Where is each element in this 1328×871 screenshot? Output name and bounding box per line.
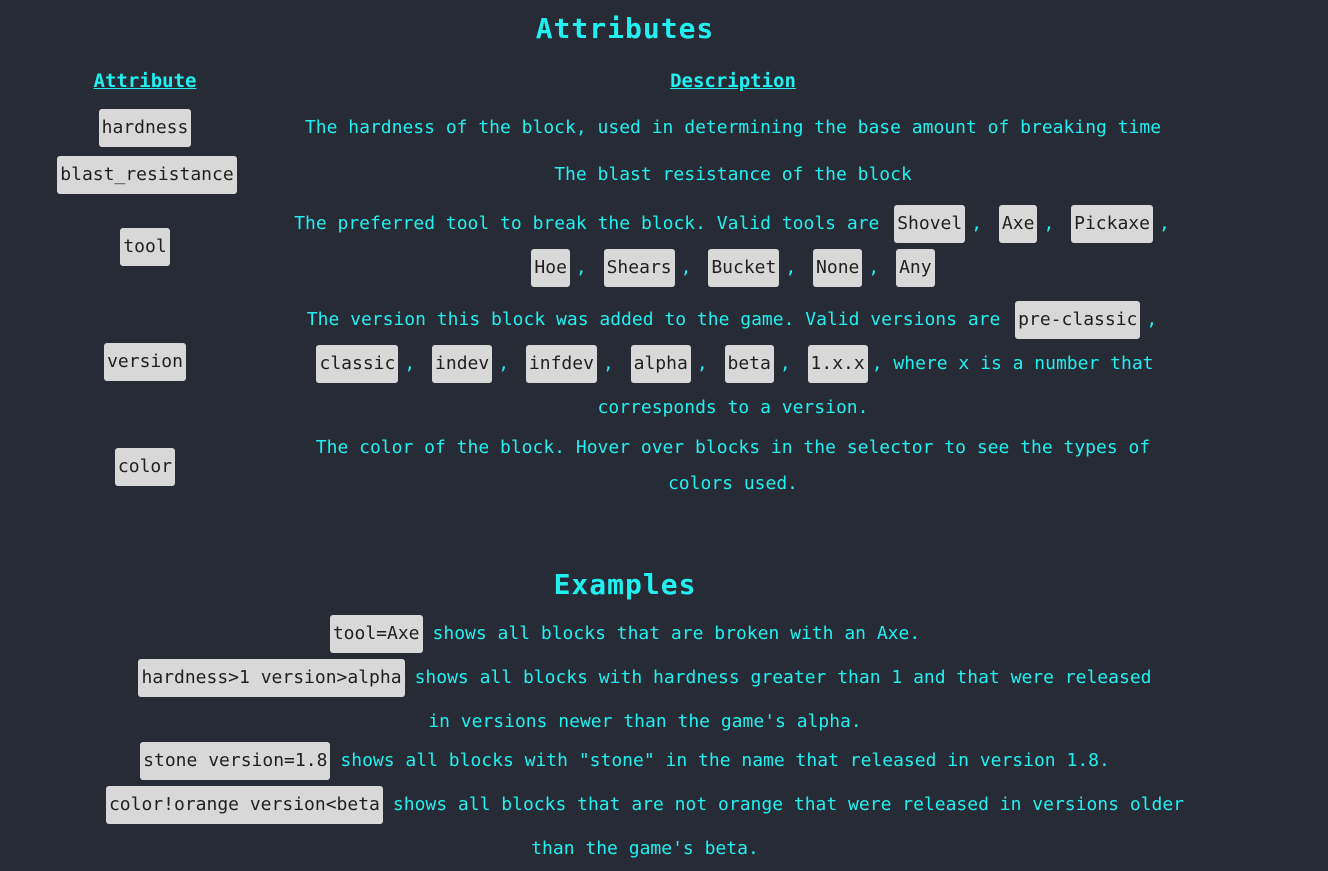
example-query-chip: stone version=1.8 <box>140 742 331 780</box>
attribute-row-version: version The version this block was added… <box>0 298 1250 426</box>
attribute-chip-hardness: hardness <box>98 109 192 147</box>
attribute-description-color: The color of the block. Hover over block… <box>315 437 1151 494</box>
version-chip-infdev: infdev <box>525 345 597 383</box>
separator: , <box>971 213 983 234</box>
separator: , <box>680 257 692 278</box>
attribute-row-hardness: hardness The hardness of the block, used… <box>0 108 1250 148</box>
separator: , <box>1158 213 1170 234</box>
version-line-1: The version this block was added to the … <box>262 298 1204 342</box>
attribute-cell: version <box>44 298 246 426</box>
example-text: shows all blocks with hardness greater t… <box>414 667 1152 732</box>
example-text: shows all blocks that are broken with an… <box>432 623 921 644</box>
example-item: hardness>1 version>alpha shows all blocks… <box>0 656 1250 744</box>
attribute-chip-tool: tool <box>120 228 170 266</box>
attribute-chip-color: color <box>114 448 176 486</box>
tool-chip-pickaxe: Pickaxe <box>1071 205 1153 243</box>
tool-chip-bucket: Bucket <box>708 249 780 287</box>
attribute-cell: color <box>44 430 246 504</box>
example-query-chip: hardness>1 version>alpha <box>138 659 405 697</box>
version-chip-indev: indev <box>432 345 493 383</box>
example-item: color!orange version<beta shows all block… <box>0 783 1250 871</box>
separator: , <box>696 353 708 374</box>
attribute-chip-version: version <box>104 343 186 381</box>
attribute-column-header: Attribute <box>93 70 197 92</box>
attribute-chip-blast-resistance: blast_resistance <box>57 156 237 194</box>
example-item: stone version=1.8 shows all blocks with "… <box>0 739 1250 783</box>
example-query-chip: tool=Axe <box>329 615 423 653</box>
attribute-description-version: The version this block was added to the … <box>262 298 1204 430</box>
version-description-text: The version this block was added to the … <box>306 309 1001 330</box>
attribute-description-blast-resistance: The blast resistance of the block <box>554 164 912 185</box>
tool-line-1: The preferred tool to break the block. V… <box>262 202 1204 246</box>
separator: , <box>404 353 416 374</box>
attribute-description-tool: The preferred tool to break the block. V… <box>262 202 1204 290</box>
version-chip-beta: beta <box>724 345 774 383</box>
example-text: shows all blocks that are not orange tha… <box>392 794 1185 859</box>
help-page: Attributes Attribute Description hardnes… <box>0 0 1328 871</box>
tool-chip-axe: Axe <box>998 205 1038 243</box>
separator: , <box>575 257 587 278</box>
attribute-description-hardness: The hardness of the block, used in deter… <box>304 117 1162 138</box>
attribute-cell: hardness <box>44 108 246 148</box>
attribute-row-color: color The color of the block. Hover over… <box>0 430 1250 504</box>
attribute-cell: blast_resistance <box>40 155 254 195</box>
separator: , <box>1043 213 1055 234</box>
tool-description-text: The preferred tool to break the block. V… <box>294 213 880 234</box>
example-item: tool=Axe shows all blocks that are broken… <box>0 612 1250 656</box>
tool-chip-hoe: Hoe <box>531 249 570 287</box>
attributes-heading: Attributes <box>535 12 715 45</box>
separator: , <box>785 257 797 278</box>
tool-line-2: Hoe, Shears, Bucket, None, Any <box>262 246 1204 290</box>
example-text: shows all blocks with "stone" in the nam… <box>340 750 1110 771</box>
attribute-row-tool: tool The preferred tool to break the blo… <box>0 202 1250 292</box>
tool-chip-any: Any <box>896 249 935 287</box>
separator: , <box>868 257 880 278</box>
tool-chip-shovel: Shovel <box>894 205 966 243</box>
example-query-chip: color!orange version<beta <box>105 786 383 824</box>
version-chip-1xx: 1.x.x <box>807 345 868 383</box>
tool-chip-none: None <box>813 249 863 287</box>
separator: , <box>498 353 510 374</box>
version-chip-alpha: alpha <box>630 345 691 383</box>
tool-chip-shears: Shears <box>603 249 675 287</box>
separator: , <box>779 353 791 374</box>
separator: , <box>602 353 614 374</box>
attribute-cell: tool <box>44 202 246 292</box>
attribute-row-blast-resistance: blast_resistance The blast resistance of… <box>0 155 1250 195</box>
version-chip-classic: classic <box>316 345 399 383</box>
examples-heading: Examples <box>553 568 697 601</box>
version-chip-pre-classic: pre-classic <box>1015 301 1141 339</box>
description-column-header: Description <box>670 70 796 92</box>
version-line-2: classic, indev, infdev, alpha, beta, 1.x… <box>262 342 1204 430</box>
separator: , <box>1146 309 1158 330</box>
